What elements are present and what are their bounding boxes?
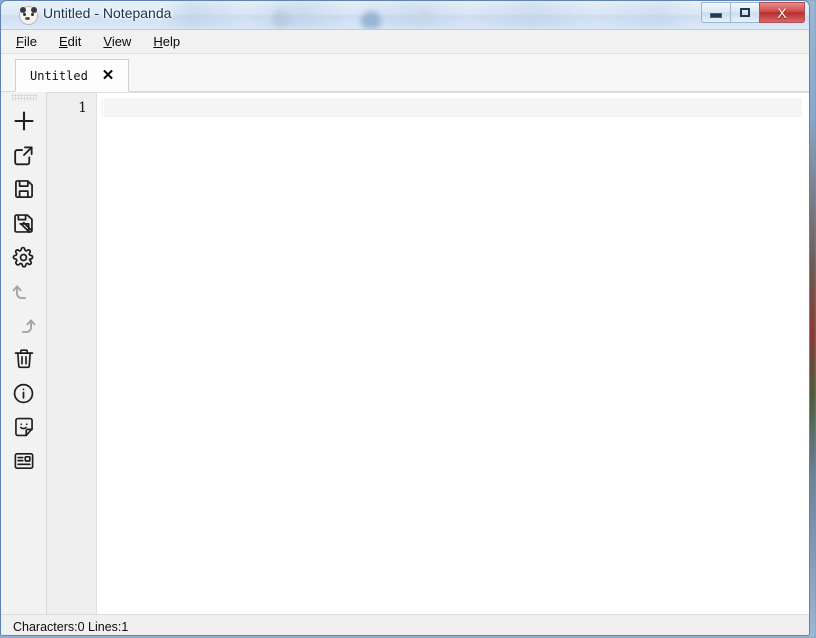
article-layout-icon — [13, 450, 35, 472]
close-icon: X — [777, 4, 787, 21]
notepanda-window: Untitled - Notepanda X File Edit View He… — [0, 0, 810, 636]
delete-button[interactable] — [7, 342, 41, 376]
line-number: 1 — [78, 100, 87, 116]
undo-arrow-icon — [12, 279, 36, 303]
panda-nose — [25, 17, 30, 20]
window-title: Untitled - Notepanda — [43, 5, 172, 21]
side-toolbar — [1, 92, 47, 614]
menu-item-help[interactable]: Help — [150, 32, 183, 51]
smiley-note-icon — [13, 416, 35, 438]
panda-eye-right — [31, 13, 34, 16]
new-file-button[interactable] — [7, 104, 41, 138]
menu-mnemonic-edit: E — [58, 34, 68, 49]
window-controls: X — [701, 2, 805, 23]
info-circle-icon — [12, 382, 35, 405]
status-text: Characters:0 Lines:1 — [13, 619, 129, 634]
menu-bar: File Edit View Help — [1, 30, 809, 54]
menu-label-view: iew — [111, 34, 132, 49]
trash-icon — [13, 348, 35, 370]
aero-glass-blur — [161, 1, 691, 29]
text-input[interactable] — [97, 93, 805, 614]
panda-eye-left — [23, 13, 26, 16]
text-caret — [103, 99, 104, 116]
plus-icon — [12, 109, 36, 133]
floppy-disk-pencil-icon — [12, 212, 35, 235]
save-as-button[interactable] — [7, 206, 41, 240]
menu-mnemonic-help: H — [153, 34, 163, 49]
about-button[interactable] — [7, 376, 41, 410]
menu-label-edit: dit — [67, 34, 82, 49]
tab-close-icon[interactable]: ✕ — [102, 68, 115, 83]
open-file-button[interactable] — [7, 138, 41, 172]
tab-bar: Untitled ✕ — [1, 54, 809, 92]
save-button[interactable] — [7, 172, 41, 206]
line-number-gutter: 1 — [47, 93, 97, 614]
redo-arrow-icon — [12, 313, 36, 337]
status-bar: Characters:0 Lines:1 — [1, 614, 809, 635]
tab-label: Untitled — [30, 68, 88, 83]
minimize-button[interactable] — [701, 2, 730, 23]
close-button[interactable]: X — [759, 2, 805, 23]
settings-button[interactable] — [7, 240, 41, 274]
gear-icon — [12, 246, 35, 269]
screenshot-root: Untitled - Notepanda X File Edit View He… — [0, 0, 816, 638]
minimize-icon — [710, 13, 722, 18]
current-line-highlight — [101, 98, 802, 117]
editor-area[interactable]: 1 — [47, 92, 809, 614]
menu-mnemonic-view: V — [103, 34, 112, 49]
redo-button[interactable] — [7, 308, 41, 342]
menu-item-edit[interactable]: Edit — [56, 32, 84, 51]
open-external-icon — [12, 144, 35, 167]
undo-button[interactable] — [7, 274, 41, 308]
maximize-button[interactable] — [730, 2, 759, 23]
floppy-disk-icon — [13, 178, 35, 200]
menu-mnemonic-file: F — [16, 34, 24, 49]
tab-untitled[interactable]: Untitled ✕ — [15, 59, 130, 92]
menu-item-view[interactable]: View — [100, 32, 134, 51]
vertical-scrollbar[interactable] — [805, 93, 809, 614]
layout-button[interactable] — [7, 444, 41, 478]
panda-icon — [19, 6, 38, 25]
title-bar[interactable]: Untitled - Notepanda X — [1, 1, 809, 30]
menu-item-file[interactable]: File — [13, 32, 40, 51]
window-body: 1 — [1, 92, 809, 614]
toolbar-drag-handle[interactable] — [10, 94, 37, 101]
maximize-icon — [740, 8, 750, 17]
menu-label-help: elp — [162, 34, 181, 49]
sticker-button[interactable] — [7, 410, 41, 444]
menu-label-file: ile — [23, 34, 37, 49]
